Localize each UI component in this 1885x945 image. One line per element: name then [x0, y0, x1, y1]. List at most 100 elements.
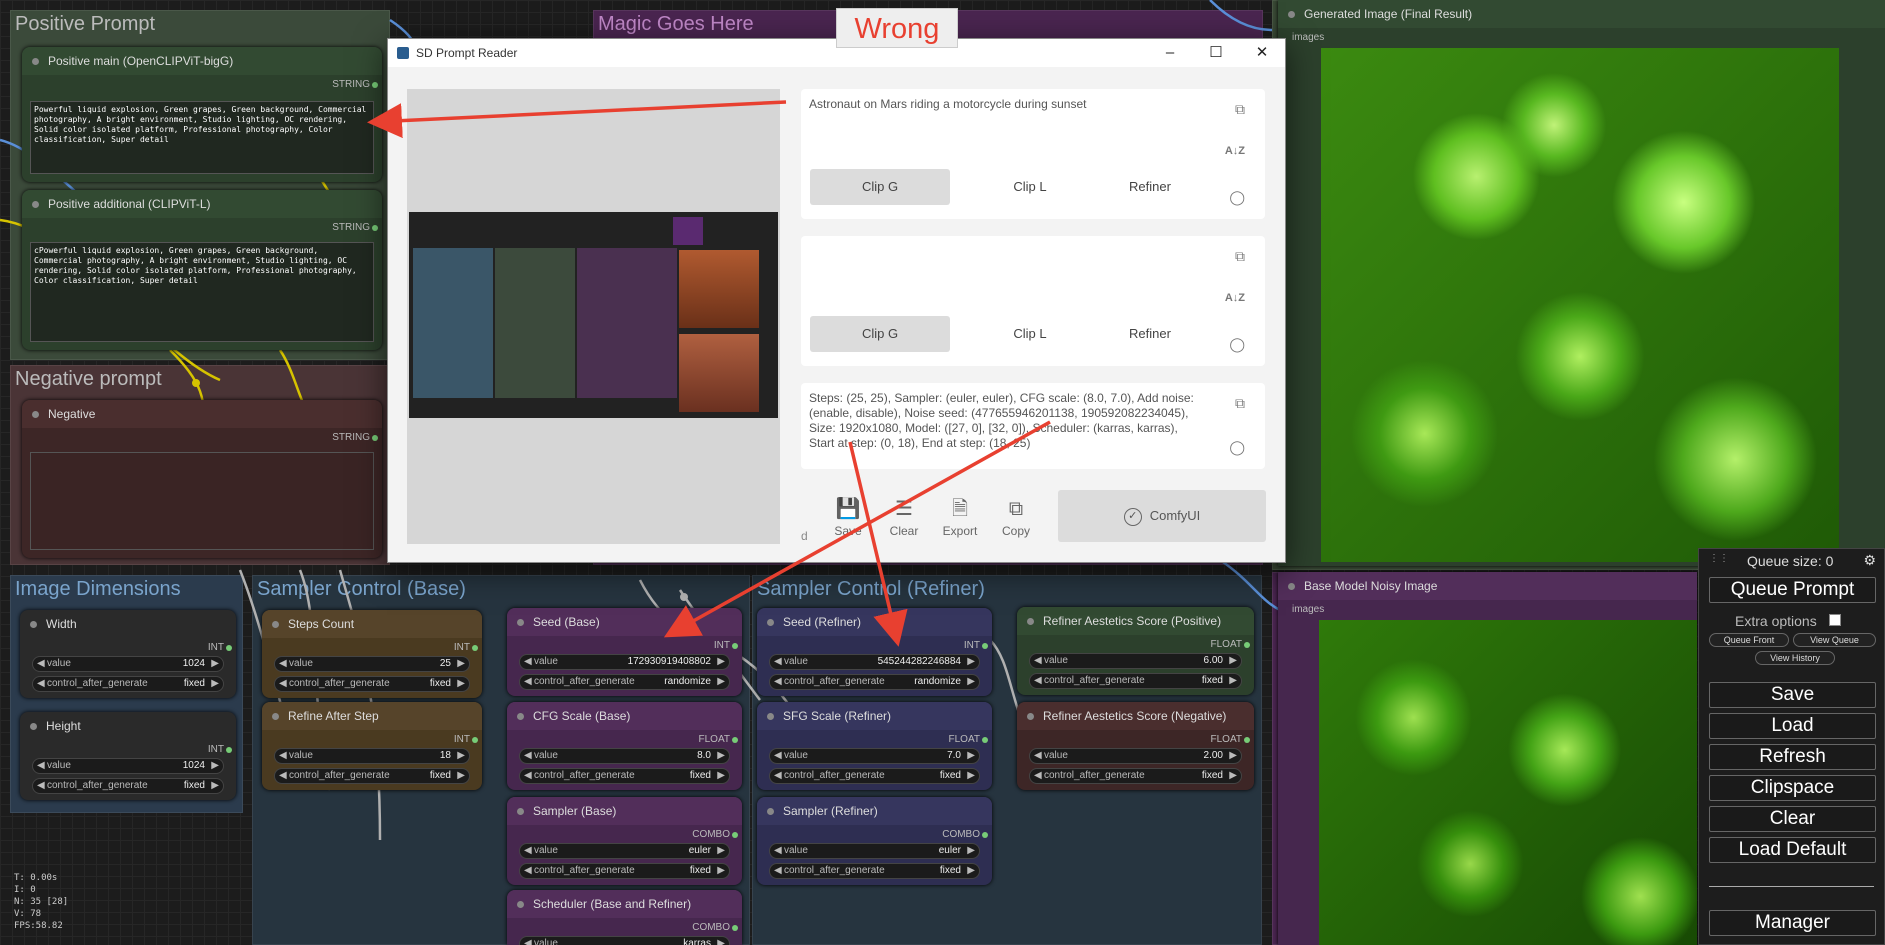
output-slot[interactable] — [982, 643, 988, 649]
value-widget[interactable]: ◀ value 6.00 ▶ — [1029, 653, 1242, 669]
control-widget[interactable]: ◀ control_after_generate fixed ▶ — [769, 863, 980, 879]
value-widget[interactable]: ◀ value 7.0 ▶ — [769, 748, 980, 764]
node-width[interactable]: Width INT ◀ value 1024 ▶ ◀ control_after_gen… — [20, 610, 236, 698]
collapse-dot[interactable] — [272, 621, 279, 628]
value-widget[interactable]: ◀ value euler ▶ — [769, 843, 980, 859]
tab-clip-g[interactable]: Clip G — [810, 169, 950, 205]
node-sfg-refiner[interactable]: SFG Scale (Refiner) FLOAT ◀ value 7.0 ▶ ◀ co… — [757, 702, 992, 790]
collapse-dot[interactable] — [517, 808, 524, 815]
lightbulb-icon[interactable]: ◯ — [1229, 336, 1245, 353]
output-slot[interactable] — [472, 737, 478, 743]
close-icon[interactable]: ✕ — [1239, 39, 1285, 67]
collapse-dot[interactable] — [32, 201, 39, 208]
copy-icon[interactable]: ⧉ — [1235, 395, 1245, 412]
output-slot[interactable] — [472, 645, 478, 651]
control-widget[interactable]: ◀ control_after_generate fixed ▶ — [769, 768, 980, 784]
save-button[interactable]: Save — [1709, 682, 1876, 708]
tab-refiner[interactable]: Refiner — [1080, 316, 1220, 352]
tab-clip-g[interactable]: Clip G — [810, 316, 950, 352]
collapse-dot[interactable] — [767, 713, 774, 720]
control-widget[interactable]: ◀ control_after_generate fixed ▶ — [519, 863, 730, 879]
collapse-dot[interactable] — [1288, 583, 1295, 590]
output-slot[interactable] — [372, 225, 378, 231]
node-positive-main[interactable]: Positive main (OpenCLIPViT-bigG) STRING … — [22, 47, 382, 182]
value-widget[interactable]: ◀ value 8.0 ▶ — [519, 748, 730, 764]
collapse-dot[interactable] — [30, 723, 37, 730]
node-aesthetic-positive[interactable]: Refiner Aestetics Score (Positive) FLOAT… — [1017, 607, 1254, 695]
copy-button[interactable]: ⧉ Copy — [988, 494, 1044, 538]
node-noisy-image[interactable]: Base Model Noisy Image images — [1278, 572, 1697, 945]
output-slot[interactable] — [732, 737, 738, 743]
prompt-textarea[interactable]: cPowerful liquid explosion, Green grapes… — [30, 242, 374, 342]
output-slot[interactable] — [372, 435, 378, 441]
control-widget[interactable]: ◀ control_after_generate fixed ▶ — [1029, 673, 1242, 689]
node-aesthetic-negative[interactable]: Refiner Aestetics Score (Negative) FLOAT… — [1017, 702, 1254, 790]
node-scheduler[interactable]: Scheduler (Base and Refiner) COMBO ◀ valu… — [507, 890, 742, 945]
lightbulb-icon[interactable]: ◯ — [1229, 439, 1245, 456]
output-slot[interactable] — [982, 737, 988, 743]
clear-button[interactable]: Clear — [1709, 806, 1876, 832]
value-widget[interactable]: ◀ value euler ▶ — [519, 843, 730, 859]
tab-clip-l[interactable]: Clip L — [960, 316, 1100, 352]
clear-button[interactable]: ☰ Clear — [876, 494, 932, 538]
copy-icon[interactable]: ⧉ — [1235, 101, 1245, 118]
value-widget[interactable]: ◀ value 1024 ▶ — [32, 656, 224, 672]
control-widget[interactable]: ◀ control_after_generate fixed ▶ — [32, 778, 224, 794]
collapse-dot[interactable] — [32, 411, 39, 418]
collapse-dot[interactable] — [1288, 11, 1295, 18]
sort-az-icon[interactable]: A↓Z — [1225, 292, 1245, 304]
collapse-dot[interactable] — [1027, 713, 1034, 720]
control-widget[interactable]: ◀ control_after_generate randomize ▶ — [769, 674, 980, 690]
collapse-dot[interactable] — [272, 713, 279, 720]
positive-prompt-text[interactable]: Astronaut on Mars riding a motorcycle du… — [809, 97, 1205, 112]
load-default-button[interactable]: Load Default — [1709, 837, 1876, 863]
clipspace-button[interactable]: Clipspace — [1709, 775, 1876, 801]
node-seed-refiner[interactable]: Seed (Refiner) INT ◀ value 545244282246884… — [757, 608, 992, 696]
comfyui-button[interactable]: ✓ ComfyUI — [1058, 490, 1266, 542]
maximize-icon[interactable]: ☐ — [1193, 39, 1239, 67]
collapse-dot[interactable] — [767, 808, 774, 815]
output-slot[interactable] — [372, 82, 378, 88]
view-queue-button[interactable]: View Queue — [1793, 633, 1876, 647]
queue-prompt-button[interactable]: Queue Prompt — [1709, 577, 1876, 603]
control-widget[interactable]: ◀ control_after_generate fixed ▶ — [274, 768, 470, 784]
node-sampler-refiner[interactable]: Sampler (Refiner) COMBO ◀ value euler ▶ ◀ co… — [757, 797, 992, 885]
collapse-dot[interactable] — [32, 58, 39, 65]
collapse-dot[interactable] — [1027, 618, 1034, 625]
tab-refiner[interactable]: Refiner — [1080, 169, 1220, 205]
value-widget[interactable]: ◀ value 2.00 ▶ — [1029, 748, 1242, 764]
control-widget[interactable]: ◀ control_after_generate fixed ▶ — [1029, 768, 1242, 784]
value-widget[interactable]: ◀ value 18 ▶ — [274, 748, 470, 764]
drag-handle-icon[interactable]: ⋮⋮ — [1709, 553, 1729, 564]
minimize-icon[interactable]: – — [1147, 39, 1193, 67]
control-widget[interactable]: ◀ control_after_generate fixed ▶ — [32, 676, 224, 692]
node-negative[interactable]: Negative STRING — [22, 400, 382, 558]
view-history-button[interactable]: View History — [1755, 651, 1835, 665]
node-steps-count[interactable]: Steps Count INT ◀ value 25 ▶ ◀ control_after… — [262, 610, 482, 698]
output-slot[interactable] — [1244, 642, 1250, 648]
refresh-button[interactable]: Refresh — [1709, 744, 1876, 770]
settings-gear-icon[interactable]: ⚙ — [1863, 552, 1876, 569]
node-height[interactable]: Height INT ◀ value 1024 ▶ ◀ control_after_ge… — [20, 712, 236, 800]
output-slot[interactable] — [732, 643, 738, 649]
output-slot[interactable] — [226, 747, 232, 753]
queue-front-button[interactable]: Queue Front — [1709, 633, 1789, 647]
node-sampler-base[interactable]: Sampler (Base) COMBO ◀ value euler ▶ ◀ contr… — [507, 797, 742, 885]
settings-text[interactable]: Steps: (25, 25), Sampler: (euler, euler)… — [809, 391, 1205, 451]
output-slot[interactable] — [226, 645, 232, 651]
node-refine-after-step[interactable]: Refine After Step INT ◀ value 18 ▶ ◀ control… — [262, 702, 482, 790]
control-widget[interactable]: ◀ control_after_generate fixed ▶ — [274, 676, 470, 692]
sort-az-icon[interactable]: A↓Z — [1225, 145, 1245, 157]
export-button[interactable]: 🗎 Export — [932, 494, 988, 538]
control-widget[interactable]: ◀ control_after_generate randomize ▶ — [519, 674, 730, 690]
node-generated-image[interactable]: Generated Image (Final Result) images — [1278, 0, 1885, 566]
output-slot[interactable] — [732, 925, 738, 931]
collapse-dot[interactable] — [767, 619, 774, 626]
node-seed-base[interactable]: Seed (Base) INT ◀ value 172930919408802 ▶ ◀… — [507, 608, 742, 696]
output-slot[interactable] — [732, 832, 738, 838]
prompt-textarea[interactable] — [30, 452, 374, 550]
manager-button[interactable]: Manager — [1709, 910, 1876, 936]
node-cfg-base[interactable]: CFG Scale (Base) FLOAT ◀ value 8.0 ▶ ◀ contr… — [507, 702, 742, 790]
lightbulb-icon[interactable]: ◯ — [1229, 189, 1245, 206]
value-widget[interactable]: ◀ value 1024 ▶ — [32, 758, 224, 774]
